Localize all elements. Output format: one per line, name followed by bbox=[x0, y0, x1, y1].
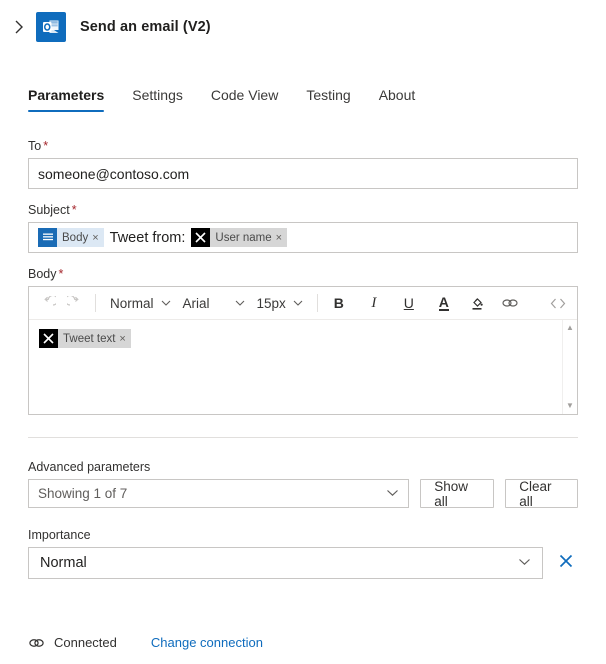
chevron-down-icon bbox=[386, 488, 399, 500]
highlight-icon bbox=[472, 298, 483, 310]
token-chip-tweet-text-label: Tweet text bbox=[63, 332, 116, 345]
underline-button[interactable]: U bbox=[396, 290, 422, 316]
editor-font-value: Arial bbox=[182, 295, 210, 311]
undo-icon[interactable] bbox=[35, 290, 61, 316]
importance-value: Normal bbox=[40, 555, 87, 571]
link-button[interactable] bbox=[497, 290, 523, 316]
field-to: To * someone@contoso.com bbox=[28, 139, 578, 189]
toolbar-separator-2 bbox=[316, 294, 318, 312]
field-body: Body * Normal Arial 15px B I U A Tweet t… bbox=[28, 267, 578, 415]
font-color-button[interactable]: A bbox=[431, 290, 457, 316]
to-input[interactable]: someone@contoso.com bbox=[28, 158, 578, 189]
tab-bar: Parameters Settings Code View Testing Ab… bbox=[0, 72, 606, 112]
tab-testing[interactable]: Testing bbox=[292, 87, 364, 112]
code-icon bbox=[550, 298, 566, 308]
editor-style-dropdown[interactable]: Normal bbox=[104, 290, 177, 316]
tab-parameters[interactable]: Parameters bbox=[28, 87, 118, 112]
token-chip-tweet-text-remove[interactable]: × bbox=[118, 333, 130, 345]
advanced-parameters-section: Advanced parameters Showing 1 of 7 Show … bbox=[0, 460, 606, 509]
editor-size-value: 15px bbox=[256, 295, 286, 311]
chevron-down-icon bbox=[518, 557, 531, 569]
italic-button[interactable]: I bbox=[361, 290, 387, 316]
to-value: someone@contoso.com bbox=[38, 165, 190, 182]
link-icon bbox=[502, 299, 518, 307]
token-chip-user-name-remove[interactable]: × bbox=[275, 232, 287, 244]
token-chip-user-name[interactable]: User name × bbox=[191, 228, 288, 247]
tab-settings[interactable]: Settings bbox=[118, 87, 197, 112]
action-header: Send an email (V2) bbox=[0, 0, 606, 54]
body-content-area[interactable]: Tweet text × ▲ ▼ bbox=[29, 320, 577, 414]
subject-token-row: Body × Tweet from: User name × bbox=[38, 228, 288, 247]
chevron-down-icon bbox=[293, 300, 303, 306]
change-connection-link[interactable]: Change connection bbox=[151, 635, 263, 650]
italic-icon: I bbox=[371, 294, 377, 311]
connection-footer: Connected Change connection bbox=[0, 635, 263, 650]
highlight-button[interactable] bbox=[464, 290, 490, 316]
chevron-right-icon[interactable] bbox=[6, 14, 32, 40]
token-chip-body-label: Body bbox=[62, 231, 89, 244]
toolbar-separator-1 bbox=[95, 294, 96, 312]
editor-style-value: Normal bbox=[110, 295, 154, 311]
to-label: To * bbox=[28, 139, 578, 153]
chevron-down-icon bbox=[235, 300, 244, 306]
tab-code-view[interactable]: Code View bbox=[197, 87, 292, 112]
subject-label-text: Subject bbox=[28, 203, 70, 217]
underline-icon: U bbox=[403, 295, 414, 311]
body-scrollbar[interactable]: ▲ ▼ bbox=[562, 320, 577, 414]
importance-section: Importance Normal bbox=[0, 528, 606, 579]
editor-toolbar: Normal Arial 15px B I U A bbox=[29, 287, 577, 320]
importance-row: Normal bbox=[28, 547, 578, 579]
code-view-button[interactable] bbox=[545, 290, 571, 316]
x-twitter-icon bbox=[39, 329, 58, 348]
tab-about[interactable]: About bbox=[365, 87, 430, 112]
close-icon bbox=[559, 554, 573, 568]
bold-icon: B bbox=[333, 295, 344, 311]
field-subject: Subject * Body × Tweet from: User name × bbox=[28, 203, 578, 253]
importance-label: Importance bbox=[28, 528, 91, 542]
token-chip-tweet-text[interactable]: Tweet text × bbox=[39, 329, 131, 348]
outlook-icon bbox=[36, 12, 66, 42]
token-chip-body[interactable]: Body × bbox=[38, 228, 104, 247]
advanced-parameters-select[interactable]: Showing 1 of 7 bbox=[28, 479, 410, 508]
advanced-parameters-row: Showing 1 of 7 Show all Clear all bbox=[28, 479, 578, 509]
advanced-parameters-value: Showing 1 of 7 bbox=[38, 486, 128, 501]
editor-size-dropdown[interactable]: 15px bbox=[251, 290, 309, 316]
advanced-parameters-label: Advanced parameters bbox=[28, 460, 151, 474]
scroll-down-icon[interactable]: ▼ bbox=[566, 402, 574, 410]
section-divider bbox=[28, 437, 578, 438]
editor-font-dropdown[interactable]: Arial bbox=[177, 290, 251, 316]
page-title: Send an email (V2) bbox=[80, 19, 211, 35]
subject-input[interactable]: Body × Tweet from: User name × bbox=[28, 222, 578, 253]
body-required-mark: * bbox=[58, 267, 64, 281]
font-color-icon: A bbox=[438, 293, 449, 312]
connection-status-label: Connected bbox=[54, 635, 117, 650]
body-label: Body * bbox=[28, 267, 578, 281]
body-label-text: Body bbox=[28, 267, 57, 281]
body-lines-icon bbox=[38, 228, 57, 247]
importance-clear-button[interactable] bbox=[554, 552, 578, 574]
subject-static-text: Tweet from: bbox=[109, 229, 186, 246]
show-all-button[interactable]: Show all bbox=[420, 479, 495, 509]
link-chain-icon bbox=[28, 636, 45, 650]
redo-icon[interactable] bbox=[61, 290, 87, 316]
to-label-text: To bbox=[28, 139, 42, 153]
importance-select[interactable]: Normal bbox=[28, 547, 543, 579]
x-twitter-icon bbox=[191, 228, 211, 247]
subject-required-mark: * bbox=[71, 203, 77, 217]
subject-label: Subject * bbox=[28, 203, 578, 217]
scroll-up-icon[interactable]: ▲ bbox=[566, 324, 574, 332]
chevron-down-icon bbox=[161, 300, 170, 306]
bold-button[interactable]: B bbox=[326, 290, 352, 316]
body-rich-text-editor: Normal Arial 15px B I U A Tweet text × ▲… bbox=[28, 286, 578, 415]
to-required-mark: * bbox=[43, 139, 49, 153]
token-chip-body-remove[interactable]: × bbox=[91, 232, 103, 244]
token-chip-user-name-label: User name bbox=[215, 231, 272, 244]
clear-all-button[interactable]: Clear all bbox=[505, 479, 578, 509]
parameters-form: To * someone@contoso.com Subject * Body … bbox=[0, 139, 606, 415]
